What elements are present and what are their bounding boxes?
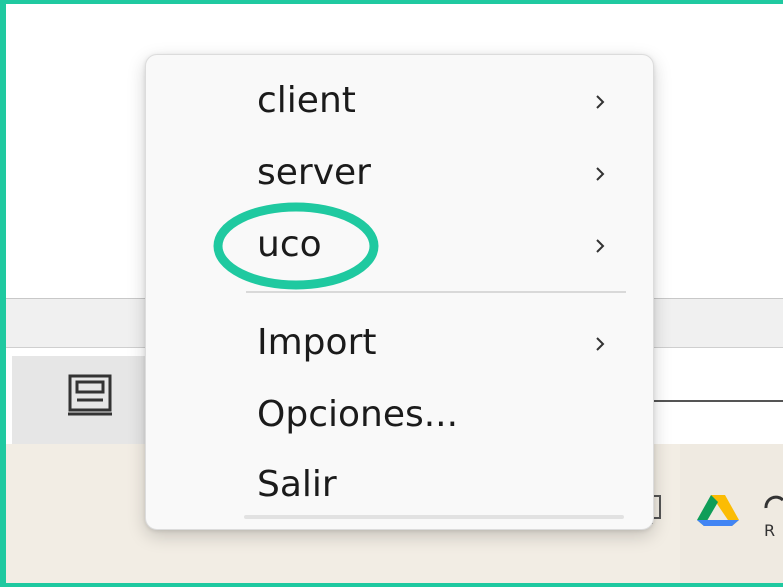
menu-item-label: Opciones... xyxy=(257,394,459,435)
menu-item-label: client xyxy=(257,80,356,121)
menu-item-salir[interactable]: Salir xyxy=(146,455,653,515)
menu-item-label: Import xyxy=(257,322,377,363)
menu-item-label: Salir xyxy=(257,464,337,505)
chevron-right-icon xyxy=(596,95,605,109)
svg-text:R: R xyxy=(764,521,775,540)
menu-bottom-edge xyxy=(244,515,624,519)
context-menu: client server uco Import Opciones... Sal… xyxy=(145,54,654,530)
menu-item-label: uco xyxy=(257,224,322,265)
partial-tray-icon[interactable]: R xyxy=(760,488,783,540)
menu-item-server[interactable]: server xyxy=(146,143,653,203)
menu-item-import[interactable]: Import xyxy=(146,313,653,373)
chevron-right-icon xyxy=(596,239,605,253)
menu-item-opciones[interactable]: Opciones... xyxy=(146,385,653,445)
panel-icon[interactable] xyxy=(66,372,118,418)
google-drive-icon[interactable] xyxy=(696,492,740,530)
chevron-right-icon xyxy=(596,337,605,351)
menu-item-uco[interactable]: uco xyxy=(146,215,653,275)
menu-separator xyxy=(246,291,626,293)
menu-item-client[interactable]: client xyxy=(146,71,653,131)
chevron-right-icon xyxy=(596,167,605,181)
menu-item-label: server xyxy=(257,152,371,193)
toolbar-divider xyxy=(650,400,783,402)
